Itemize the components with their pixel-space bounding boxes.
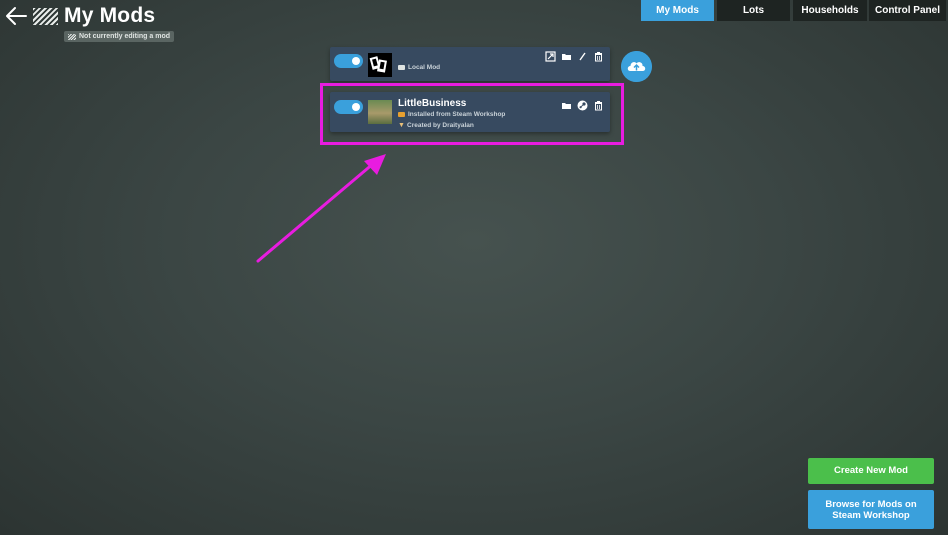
mod-row-local[interactable]: Local Mod xyxy=(330,47,610,81)
trash-icon[interactable] xyxy=(593,51,604,62)
mod-icon xyxy=(33,8,58,25)
tab-households[interactable]: Households xyxy=(793,0,867,21)
mod-thumbnail xyxy=(368,100,392,124)
mod-author-text: Created by Draityalan xyxy=(407,122,474,129)
mod-row-littlebusiness[interactable]: LittleBusiness Installed from Steam Work… xyxy=(330,92,610,132)
mod-source: Local Mod xyxy=(398,64,440,71)
folder-icon[interactable] xyxy=(561,100,572,111)
back-arrow-icon[interactable] xyxy=(4,5,28,27)
browse-steam-workshop-button[interactable]: Browse for Mods on Steam Workshop xyxy=(808,490,934,529)
mod-name: LittleBusiness xyxy=(398,98,467,109)
export-icon[interactable] xyxy=(545,51,556,62)
edit-icon[interactable] xyxy=(577,51,588,62)
editing-status-badge: Not currently editing a mod xyxy=(64,31,175,42)
cloud-upload-icon[interactable] xyxy=(621,51,652,82)
mod-source: Installed from Steam Workshop xyxy=(398,111,505,118)
mod-icon xyxy=(68,33,76,40)
mod-author: ▼ Created by Draityalan xyxy=(398,122,474,129)
folder-icon xyxy=(398,65,405,70)
mod-enable-toggle[interactable] xyxy=(334,100,363,114)
mod-thumbnail xyxy=(368,53,392,77)
mod-source-text: Installed from Steam Workshop xyxy=(408,111,506,118)
person-icon: ▼ xyxy=(398,122,405,129)
tab-control-panel[interactable]: Control Panel xyxy=(869,0,946,21)
tab-lots[interactable]: Lots xyxy=(717,0,790,21)
folder-icon xyxy=(398,112,405,117)
mod-enable-toggle[interactable] xyxy=(334,54,363,68)
create-new-mod-button[interactable]: Create New Mod xyxy=(808,458,934,484)
mod-source-text: Local Mod xyxy=(408,64,441,71)
page-title: My Mods xyxy=(64,4,156,27)
steam-icon[interactable] xyxy=(577,100,588,111)
folder-icon[interactable] xyxy=(561,51,572,62)
trash-icon[interactable] xyxy=(593,100,604,111)
editing-status-text: Not currently editing a mod xyxy=(79,33,171,40)
tab-my-mods[interactable]: My Mods xyxy=(641,0,714,21)
